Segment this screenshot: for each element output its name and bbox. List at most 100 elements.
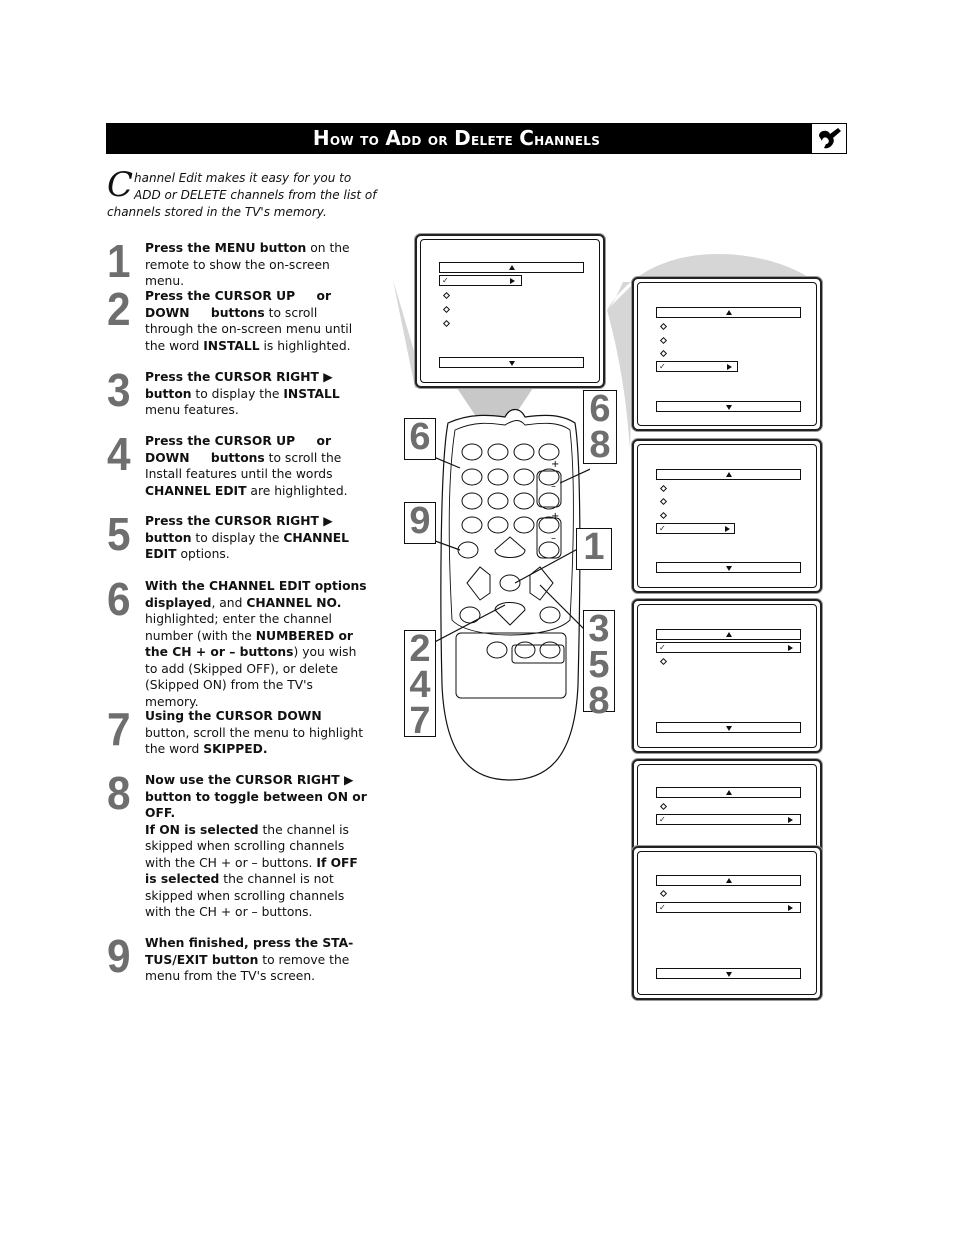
checkmark-icon: ✓: [659, 362, 666, 371]
remote-button: [538, 443, 560, 461]
checkmark-icon: ✓: [659, 903, 666, 912]
arrow-right-icon: [788, 644, 793, 651]
arrow-down-icon: [509, 361, 515, 366]
step-number: 5: [107, 508, 131, 560]
tv-screen-skipped-partial: ✓: [632, 759, 822, 858]
arrow-up-icon: [509, 265, 515, 270]
tv-screen-main-menu: ✓: [415, 234, 605, 388]
remote-button: [486, 641, 508, 659]
checkmark-icon: ✓: [442, 276, 449, 285]
arrow-up-icon: [726, 310, 732, 315]
step-text: Press the CURSOR UP or DOWN buttons to s…: [145, 289, 353, 353]
intro-paragraph: Channel Edit makes it easy for you to AD…: [107, 165, 377, 221]
callout-number: 9: [409, 500, 431, 542]
remote-control-illustration: + – + –: [430, 408, 590, 781]
menu-item-highlighted: ✓: [439, 275, 522, 286]
vol-plus-label: +: [551, 511, 559, 522]
arrow-up-icon: [726, 632, 732, 637]
callout-number: 3: [588, 608, 610, 650]
menu-scroll-up-bar: [656, 307, 801, 318]
callout-number: 4: [409, 664, 431, 706]
arrow-right-icon: [725, 525, 730, 532]
step-text: Press the CURSOR UP or DOWN buttons to s…: [145, 434, 348, 498]
menu-item-highlighted: ✓: [656, 814, 801, 825]
step-number: 6: [107, 573, 131, 625]
callout-number: 1: [583, 526, 605, 568]
callout-step-6-left: 6: [404, 418, 436, 460]
callout-number: 8: [588, 680, 610, 722]
menu-scroll-down-bar: [656, 722, 801, 733]
step-number: 7: [107, 703, 131, 755]
checkmark-icon: ✓: [659, 524, 666, 533]
arrow-down-icon: [726, 972, 732, 977]
menu-scroll-up-bar: [656, 787, 801, 798]
menu-item-highlighted: ✓: [656, 361, 738, 372]
menu-scroll-up-bar: [656, 469, 801, 480]
title-text: dd or: [401, 130, 455, 150]
callout-number: 7: [409, 700, 431, 742]
wrench-icon: [819, 128, 841, 149]
callout-number: 8: [589, 424, 611, 466]
tv-screen-channel-edit-menu: ✓: [632, 439, 822, 593]
title-text: hannels: [534, 130, 601, 150]
menu-scroll-down-bar: [656, 968, 801, 979]
callout-steps-3-5-8: 3 5 8: [583, 608, 615, 720]
step-text: Press the CURSOR RIGHT ▶ button to displ…: [145, 370, 340, 417]
callout-number: 2: [409, 628, 431, 670]
tv-screen-skipped: ✓: [632, 846, 822, 1000]
step-number: 9: [107, 930, 131, 982]
vol-minus-label: –: [551, 533, 556, 544]
menu-scroll-down-bar: [656, 401, 801, 412]
remote-button: [513, 492, 535, 510]
arrow-right-icon: [510, 277, 515, 284]
menu-scroll-up-bar: [439, 262, 584, 273]
remote-button: [539, 606, 561, 624]
callout-steps-2-4-7: 2 4 7: [404, 628, 436, 742]
ch-plus-label: +: [551, 459, 559, 470]
remote-button: [459, 606, 481, 624]
remote-button: [513, 468, 535, 486]
menu-item-highlighted: ✓: [656, 902, 801, 913]
title-capital: D: [454, 126, 472, 150]
callout-steps-6-8: 6 8: [583, 390, 617, 464]
remote-button: [461, 468, 483, 486]
page-title: How to Add or Delete Channels: [106, 123, 807, 154]
step-number: 1: [107, 235, 131, 287]
menu-button: [499, 574, 521, 592]
intro-text: hannel Edit makes it easy for you to ADD…: [107, 171, 377, 219]
arrow-down-icon: [726, 726, 732, 731]
remote-button: [461, 443, 483, 461]
arrow-up-icon: [726, 472, 732, 477]
step-number: 2: [107, 283, 131, 335]
tv-screen-channel-no: ✓: [632, 599, 822, 753]
remote-button: [487, 516, 509, 534]
arrow-right-icon: [788, 816, 793, 823]
step-text: Using the CURSOR DOWN button, scroll the…: [145, 709, 364, 756]
wrench-icon-box: [811, 123, 847, 154]
title-text: elete: [471, 130, 520, 150]
intro-dropcap: C: [107, 165, 134, 205]
remote-button: [487, 468, 509, 486]
arrow-down-icon: [726, 566, 732, 571]
step-text: When finished, press the STA-TUS/EXIT bu…: [145, 936, 354, 983]
ch-minus-label: –: [551, 481, 556, 492]
menu-scroll-down-bar: [656, 562, 801, 573]
title-text: ow to: [329, 130, 386, 150]
status-exit-button: [457, 541, 479, 559]
arrow-up-icon: [726, 878, 732, 883]
arrow-down-icon: [726, 405, 732, 410]
callout-step-9: 9: [404, 502, 436, 544]
title-capital: H: [312, 126, 330, 150]
section-title-bar: How to Add or Delete Channels: [106, 123, 847, 154]
callout-number: 6: [409, 416, 431, 458]
remote-button: [461, 516, 483, 534]
remote-button: [461, 492, 483, 510]
checkmark-icon: ✓: [659, 815, 666, 824]
checkmark-icon: ✓: [659, 643, 666, 652]
callout-number: 6: [589, 388, 611, 430]
arrow-up-icon: [726, 790, 732, 795]
arrow-right-icon: [788, 904, 793, 911]
remote-button: [514, 641, 536, 659]
arrow-right-icon: [727, 363, 732, 370]
callout-number: 5: [588, 644, 610, 686]
